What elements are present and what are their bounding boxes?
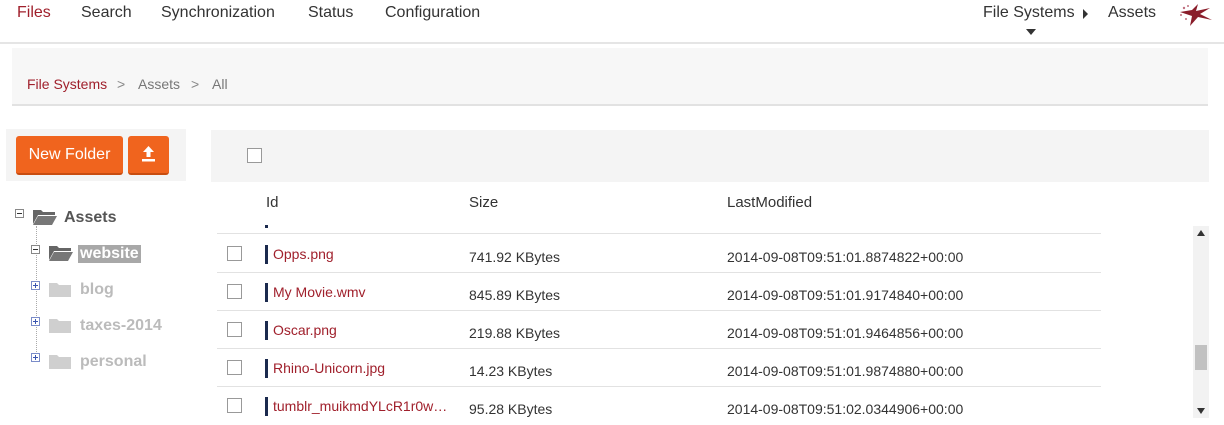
tree-item-blog[interactable]: blog [80, 281, 114, 299]
collapse-toggle-icon[interactable] [31, 245, 40, 254]
row-marker [265, 245, 268, 264]
column-header-size[interactable]: Size [469, 194, 498, 211]
nav-files[interactable]: Files [17, 4, 51, 22]
expand-toggle-icon[interactable] [31, 353, 40, 362]
top-nav: Files Search Synchronization Status Conf… [0, 0, 1224, 44]
scroll-down-arrow-icon[interactable] [1197, 408, 1205, 414]
row-marker [265, 225, 268, 228]
breadcrumb-assets[interactable]: Assets [138, 76, 180, 92]
file-size: 741.92 KBytes [469, 249, 561, 265]
file-size: 95.28 KBytes [469, 401, 553, 417]
grid-scrollbar[interactable] [1193, 226, 1209, 418]
file-name-link[interactable]: Opps.png [273, 246, 334, 262]
upload-button[interactable] [128, 136, 169, 175]
breadcrumb-all: All [212, 76, 228, 92]
file-name-link[interactable]: My Movie.wmv [273, 284, 366, 300]
row-checkbox[interactable] [227, 398, 242, 413]
file-modified: 2014-09-08T09:51:01.9174840+00:00 [727, 287, 964, 303]
row-checkbox[interactable] [227, 322, 242, 337]
raven-logo-icon[interactable] [1176, 2, 1216, 28]
chevron-right-icon [1083, 9, 1088, 19]
column-header-id[interactable]: Id [266, 194, 279, 211]
nav-synchronization[interactable]: Synchronization [161, 4, 275, 22]
table-row[interactable]: tumblr_muikmdYLcR1r0w… 95.28 KBytes 2014… [217, 387, 1101, 425]
nav-filesystems-dropdown[interactable]: File Systems [983, 4, 1075, 22]
file-modified: 2014-09-08T09:51:01.8874822+00:00 [727, 249, 964, 265]
tree-root-assets[interactable]: Assets [64, 209, 116, 227]
nav-configuration[interactable]: Configuration [385, 4, 480, 22]
file-modified: 2014-09-08T09:51:02.0344906+00:00 [727, 401, 964, 417]
file-name-link[interactable]: Oscar.png [273, 322, 337, 338]
expand-toggle-icon[interactable] [31, 281, 40, 290]
file-size: 845.89 KBytes [469, 287, 561, 303]
table-row-partial [217, 225, 1101, 234]
scrollbar-thumb[interactable] [1195, 345, 1207, 370]
folder-open-icon [49, 246, 73, 261]
upload-icon [142, 146, 155, 162]
table-row[interactable]: My Movie.wmv 845.89 KBytes 2014-09-08T09… [217, 273, 1101, 311]
nav-search[interactable]: Search [81, 4, 132, 22]
column-header-lastmodified[interactable]: LastModified [727, 194, 812, 211]
scroll-up-arrow-icon[interactable] [1197, 230, 1205, 236]
file-size: 14.23 KBytes [469, 363, 553, 379]
table-row[interactable]: Rhino-Unicorn.jpg 14.23 KBytes 2014-09-0… [217, 349, 1101, 387]
collapse-toggle-icon[interactable] [15, 209, 24, 218]
file-modified: 2014-09-08T09:51:01.9874880+00:00 [727, 363, 964, 379]
row-checkbox[interactable] [227, 246, 242, 261]
row-marker [265, 321, 268, 340]
tree-item-personal[interactable]: personal [80, 353, 147, 371]
nav-status[interactable]: Status [308, 4, 353, 22]
breadcrumb-separator: > [117, 76, 126, 92]
new-folder-button[interactable]: New Folder [16, 136, 123, 175]
folder-open-icon [33, 210, 57, 225]
chevron-down-icon[interactable] [1026, 29, 1036, 35]
nav-assets[interactable]: Assets [1108, 4, 1156, 22]
breadcrumb-separator: > [191, 76, 200, 92]
file-modified: 2014-09-08T09:51:01.9464856+00:00 [727, 325, 964, 341]
row-marker [265, 283, 268, 302]
row-marker [265, 397, 268, 416]
tree-item-website[interactable]: website [78, 245, 141, 263]
file-name-link[interactable]: Rhino-Unicorn.jpg [273, 360, 385, 376]
table-row[interactable]: Oscar.png 219.88 KBytes 2014-09-08T09:51… [217, 311, 1101, 349]
file-size: 219.88 KBytes [469, 325, 561, 341]
row-checkbox[interactable] [227, 360, 242, 375]
breadcrumb-filesystems[interactable]: File Systems [27, 76, 107, 92]
grid-toolbar [211, 130, 1209, 182]
expand-toggle-icon[interactable] [31, 317, 40, 326]
folder-icon [49, 283, 71, 297]
folder-icon [49, 355, 71, 369]
tree-item-taxes-2014[interactable]: taxes-2014 [80, 317, 162, 335]
breadcrumb: File Systems > Assets > All [12, 48, 1208, 106]
select-all-checkbox[interactable] [247, 148, 262, 163]
folder-icon [49, 319, 71, 333]
row-marker [265, 359, 268, 378]
file-name-link[interactable]: tumblr_muikmdYLcR1r0w… [273, 398, 447, 414]
table-row[interactable]: Opps.png 741.92 KBytes 2014-09-08T09:51:… [217, 235, 1101, 273]
row-checkbox[interactable] [227, 284, 242, 299]
